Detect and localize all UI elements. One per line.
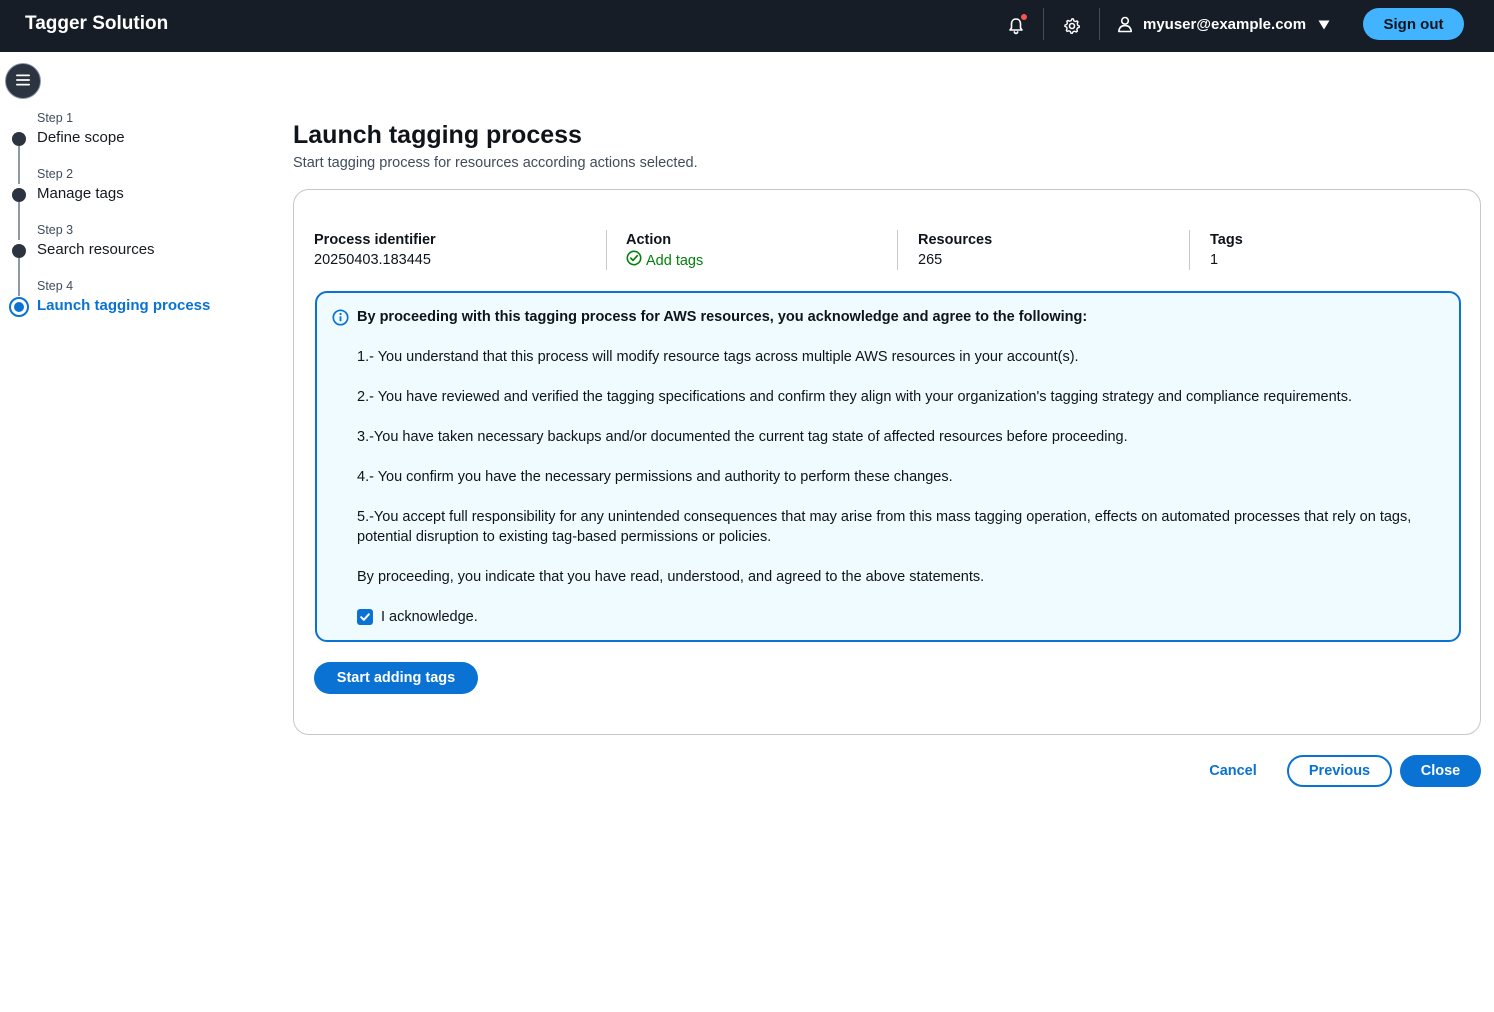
previous-button[interactable]: Previous — [1287, 755, 1392, 787]
field-label: Resources — [918, 232, 993, 248]
action-field: Action Add tags — [626, 230, 886, 270]
info-icon — [332, 309, 349, 329]
app-title[interactable]: Tagger Solution — [25, 12, 168, 36]
field-label: Action — [626, 232, 672, 248]
step-completed-dot — [12, 132, 26, 146]
acknowledgement-closing: By proceeding, you indicate that you hav… — [357, 569, 985, 585]
hamburger-menu-icon — [15, 73, 31, 90]
column-divider — [606, 230, 607, 270]
step-active-indicator — [9, 297, 29, 317]
checkbox-label[interactable]: I acknowledge. — [381, 607, 478, 627]
step-number: Step 4 — [37, 279, 74, 293]
sign-out-button[interactable]: Sign out — [1363, 8, 1464, 40]
step-title[interactable]: Search resources — [37, 240, 155, 260]
resources-field: Resources 265 — [918, 230, 1178, 270]
field-label: Process identifier — [314, 232, 436, 248]
step-title[interactable]: Launch tagging process — [37, 296, 210, 316]
wizard-step-3[interactable]: Step 3 Search resources — [0, 222, 260, 268]
user-icon — [1116, 15, 1134, 36]
field-label: Tags — [1210, 232, 1243, 248]
acknowledgement-item: 4.- You confirm you have the necessary p… — [357, 469, 953, 485]
step-number: Step 3 — [37, 223, 74, 237]
wizard-step-1[interactable]: Step 1 Define scope — [0, 110, 260, 156]
wizard-step-2[interactable]: Step 2 Manage tags — [0, 166, 260, 212]
alert-header: By proceeding with this tagging process … — [357, 309, 1088, 325]
acknowledgement-item: 3.-You have taken necessary backups and/… — [357, 429, 1128, 445]
process-container: Process identifier 20250403.183445 Actio… — [293, 189, 1481, 735]
field-value: 1 — [1210, 252, 1219, 268]
acknowledgement-item: 5.-You accept full responsibility for an… — [357, 509, 1412, 545]
acknowledge-checkbox[interactable]: I acknowledge. — [357, 607, 478, 627]
nav-divider — [1099, 8, 1100, 40]
checkbox-checked-icon[interactable] — [357, 609, 373, 625]
field-value: 265 — [918, 252, 943, 268]
notification-badge — [1021, 14, 1027, 20]
process-identifier-field: Process identifier 20250403.183445 — [314, 230, 594, 270]
field-value: Add tags — [646, 253, 704, 269]
page-title: Launch tagging process — [293, 121, 582, 149]
column-divider — [897, 230, 898, 270]
step-title[interactable]: Manage tags — [37, 184, 124, 204]
field-value: 20250403.183445 — [314, 252, 431, 268]
notifications-button[interactable] — [1001, 11, 1031, 41]
check-circle-icon — [626, 250, 646, 272]
user-email: myuser@example.com — [1143, 16, 1307, 33]
close-button[interactable]: Close — [1400, 755, 1481, 787]
acknowledgement-alert: By proceeding with this tagging process … — [315, 291, 1461, 642]
gear-icon — [1063, 17, 1081, 35]
status-indicator: Add tags — [626, 250, 886, 272]
column-divider — [1189, 230, 1190, 270]
settings-button[interactable] — [1057, 11, 1087, 41]
acknowledgement-item: 2.- You have reviewed and verified the t… — [357, 389, 1352, 405]
wizard-step-4[interactable]: Step 4 Launch tagging process — [0, 278, 260, 324]
acknowledgement-item: 1.- You understand that this process wil… — [357, 349, 1079, 365]
step-completed-dot — [12, 244, 26, 258]
top-navigation: Tagger Solution myuser@example.com Sign … — [0, 0, 1494, 52]
cancel-button[interactable]: Cancel — [1198, 755, 1268, 787]
user-menu-dropdown[interactable]: myuser@example.com — [1116, 11, 1330, 39]
step-number: Step 2 — [37, 167, 74, 181]
start-adding-tags-button[interactable]: Start adding tags — [314, 662, 478, 694]
step-completed-dot — [12, 188, 26, 202]
step-number: Step 1 — [37, 111, 74, 125]
caret-down-icon — [1318, 17, 1330, 33]
tags-field: Tags 1 — [1210, 230, 1450, 270]
step-title[interactable]: Define scope — [37, 128, 125, 148]
nav-divider — [1043, 8, 1044, 40]
page-description: Start tagging process for resources acco… — [293, 155, 698, 171]
side-navigation-toggle[interactable] — [5, 63, 41, 99]
